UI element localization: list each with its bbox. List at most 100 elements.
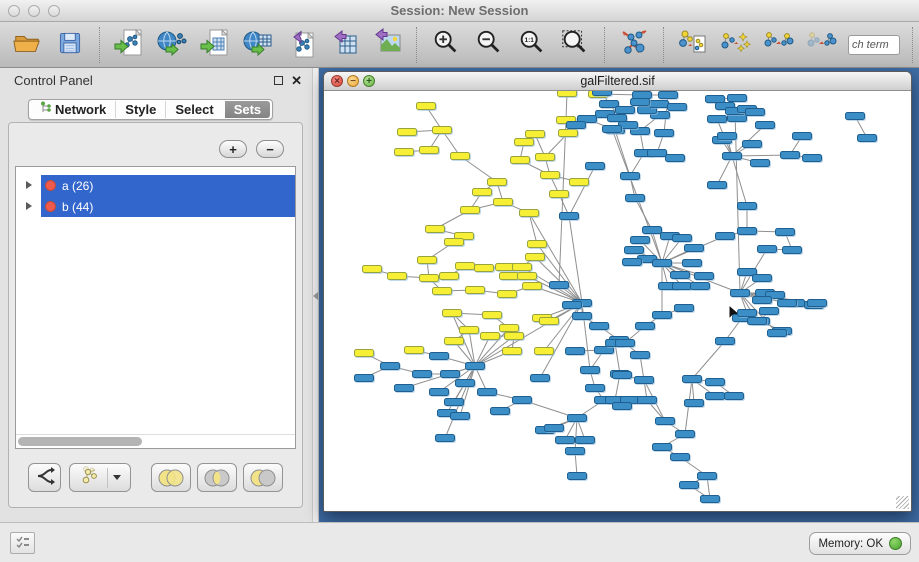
graph-node[interactable] xyxy=(567,414,587,422)
graph-node[interactable] xyxy=(622,258,642,266)
graph-node-set-member[interactable] xyxy=(474,264,494,272)
graph-node[interactable] xyxy=(625,194,645,202)
graph-node[interactable] xyxy=(675,430,695,438)
graph-node[interactable] xyxy=(630,98,650,106)
graph-node[interactable] xyxy=(585,384,605,392)
collapse-panel-arrow-icon[interactable] xyxy=(313,292,318,300)
graph-node-set-member[interactable] xyxy=(450,152,470,160)
graph-edge[interactable] xyxy=(732,156,747,206)
tab-select[interactable]: Select xyxy=(165,101,222,118)
graph-node[interactable] xyxy=(635,322,655,330)
graph-edge[interactable] xyxy=(615,130,630,176)
task-history-button[interactable] xyxy=(10,532,35,554)
network-minimize-button[interactable]: − xyxy=(347,75,359,87)
graph-node[interactable] xyxy=(707,181,727,189)
graph-node-set-member[interactable] xyxy=(569,178,589,186)
graph-node[interactable] xyxy=(705,392,725,400)
graph-node-set-member[interactable] xyxy=(419,274,439,282)
graph-node[interactable] xyxy=(654,129,674,137)
graph-node-set-member[interactable] xyxy=(522,282,542,290)
import-network-url-button[interactable] xyxy=(155,27,189,63)
new-network-from-selection-button[interactable] xyxy=(676,27,710,63)
graph-node[interactable] xyxy=(672,282,692,290)
list-item[interactable]: b (44) xyxy=(16,196,295,217)
graph-node[interactable] xyxy=(655,417,675,425)
graph-edge[interactable] xyxy=(569,166,595,216)
memory-status-button[interactable]: Memory: OK xyxy=(809,532,911,555)
graph-node-set-member[interactable] xyxy=(487,178,507,186)
graph-node[interactable] xyxy=(566,121,586,129)
graph-node[interactable] xyxy=(737,309,757,317)
graph-node[interactable] xyxy=(658,91,678,99)
graph-node[interactable] xyxy=(747,317,767,325)
graph-edge[interactable] xyxy=(692,341,725,379)
graph-node[interactable] xyxy=(354,374,374,382)
graph-node-set-member[interactable] xyxy=(432,287,452,295)
graph-node[interactable] xyxy=(727,94,747,102)
float-panel-icon[interactable] xyxy=(274,76,283,85)
graph-node-set-member[interactable] xyxy=(517,272,537,280)
import-table-url-button[interactable] xyxy=(241,27,275,63)
graph-node[interactable] xyxy=(652,311,672,319)
graph-node[interactable] xyxy=(620,172,640,180)
network-window[interactable]: × − + galFiltered.sif xyxy=(323,71,912,512)
show-all-button[interactable] xyxy=(805,27,839,63)
graph-node[interactable] xyxy=(450,412,470,420)
graph-node[interactable] xyxy=(737,202,757,210)
graph-edge[interactable] xyxy=(569,216,582,303)
graph-node-set-member[interactable] xyxy=(444,238,464,246)
graph-node-set-member[interactable] xyxy=(514,138,534,146)
graph-node-set-member[interactable] xyxy=(387,272,407,280)
graph-node[interactable] xyxy=(782,246,802,254)
split-set-button[interactable] xyxy=(28,463,61,492)
graph-node[interactable] xyxy=(752,274,772,282)
graph-node-set-member[interactable] xyxy=(539,317,559,325)
graph-node[interactable] xyxy=(592,91,612,96)
graph-node-set-member[interactable] xyxy=(404,346,424,354)
graph-node-set-member[interactable] xyxy=(362,265,382,273)
graph-node[interactable] xyxy=(612,371,632,379)
save-session-button[interactable] xyxy=(53,27,87,63)
graph-node[interactable] xyxy=(634,376,654,384)
tab-network[interactable]: Network xyxy=(31,101,115,118)
graph-node[interactable] xyxy=(767,329,787,337)
graph-node-set-member[interactable] xyxy=(534,347,554,355)
graph-node-set-member[interactable] xyxy=(394,148,414,156)
graph-node[interactable] xyxy=(682,259,702,267)
chevron-down-icon[interactable] xyxy=(113,475,121,480)
network-canvas[interactable] xyxy=(324,91,911,511)
graph-node[interactable] xyxy=(615,339,635,347)
graph-node[interactable] xyxy=(684,399,704,407)
expander-triangle-icon[interactable] xyxy=(26,181,32,189)
graph-node-set-member[interactable] xyxy=(354,349,374,357)
graph-node[interactable] xyxy=(777,299,797,307)
graph-node[interactable] xyxy=(649,100,669,108)
graph-node-set-member[interactable] xyxy=(480,332,500,340)
graph-node[interactable] xyxy=(715,232,735,240)
graph-node-set-member[interactable] xyxy=(499,324,519,332)
graph-node-set-member[interactable] xyxy=(417,256,437,264)
graph-node[interactable] xyxy=(429,388,449,396)
graph-node[interactable] xyxy=(700,495,720,503)
graph-node[interactable] xyxy=(575,436,595,444)
graph-node[interactable] xyxy=(792,132,812,140)
graph-node[interactable] xyxy=(672,234,692,242)
graph-node[interactable] xyxy=(612,402,632,410)
graph-node-set-member[interactable] xyxy=(397,128,417,136)
graph-node[interactable] xyxy=(555,436,575,444)
graph-node-set-member[interactable] xyxy=(416,102,436,110)
graph-node[interactable] xyxy=(580,366,600,374)
expander-triangle-icon[interactable] xyxy=(26,202,32,210)
graph-node[interactable] xyxy=(745,108,765,116)
graph-node[interactable] xyxy=(694,272,714,280)
graph-node[interactable] xyxy=(737,227,757,235)
graph-node[interactable] xyxy=(490,407,510,415)
graph-node[interactable] xyxy=(394,384,414,392)
graph-node[interactable] xyxy=(559,212,579,220)
panel-splitter[interactable] xyxy=(312,68,319,522)
graph-node[interactable] xyxy=(465,362,485,370)
graph-node[interactable] xyxy=(727,114,747,122)
graph-node-set-member[interactable] xyxy=(504,332,524,340)
network-zoom-button[interactable]: + xyxy=(363,75,375,87)
graph-node-set-member[interactable] xyxy=(540,171,560,179)
